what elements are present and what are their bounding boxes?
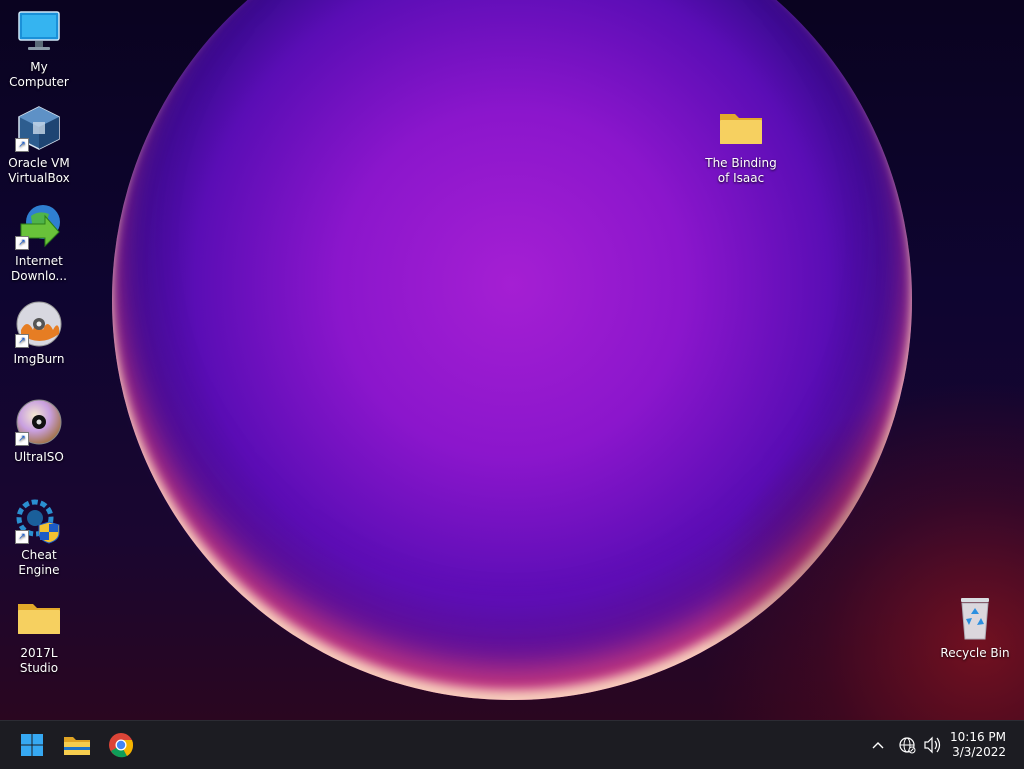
shortcut-arrow-icon: ↗ xyxy=(15,530,29,544)
cheat-engine-icon: ↗ xyxy=(15,496,63,544)
desktop-icon-folder-2017l-studio[interactable]: 2017L Studio xyxy=(0,594,78,676)
start-button[interactable] xyxy=(16,729,48,761)
desktop: My Computer ↗ Oracle VM VirtualBox ↗ Int… xyxy=(0,0,1024,720)
icon-label: ImgBurn xyxy=(13,352,65,366)
icon-label: Recycle Bin xyxy=(940,646,1010,660)
desktop-icon-recycle-bin[interactable]: Recycle Bin xyxy=(936,594,1014,661)
icon-label: 2017L Studio xyxy=(19,646,59,675)
wallpaper-warm-tint xyxy=(700,380,1024,720)
icon-label: The Binding of Isaac xyxy=(705,156,777,185)
network-globe-icon xyxy=(899,737,916,754)
start-icon xyxy=(21,734,43,756)
icon-label: Internet Downlo... xyxy=(11,254,67,283)
desktop-icon-folder-binding-of-isaac[interactable]: The Binding of Isaac xyxy=(702,104,780,186)
taskbar: 10:16 PM 3/3/2022 xyxy=(0,720,1024,769)
icon-label: My Computer xyxy=(9,60,69,89)
folder-icon xyxy=(15,594,63,642)
shortcut-arrow-icon: ↗ xyxy=(15,236,29,250)
desktop-icon-imgburn[interactable]: ↗ ImgBurn xyxy=(0,300,78,367)
volume-icon xyxy=(924,736,941,754)
desktop-icon-ultraiso[interactable]: ↗ UltraISO xyxy=(0,398,78,465)
recycle-bin-icon xyxy=(951,594,999,642)
idm-globe-icon: ↗ xyxy=(15,202,63,250)
clock-time: 10:16 PM xyxy=(950,730,1006,744)
icon-label: UltraISO xyxy=(14,450,64,464)
icon-label: Cheat Engine xyxy=(18,548,60,577)
virtualbox-icon: ↗ xyxy=(15,104,63,152)
network-button[interactable] xyxy=(898,721,918,769)
shortcut-arrow-icon: ↗ xyxy=(15,432,29,446)
volume-button[interactable] xyxy=(922,721,942,769)
file-explorer-icon xyxy=(64,737,90,755)
desktop-icon-cheat-engine[interactable]: ↗ Cheat Engine xyxy=(0,496,78,578)
shortcut-arrow-icon: ↗ xyxy=(15,334,29,348)
clock-date: 3/3/2022 xyxy=(952,745,1006,759)
chrome-icon xyxy=(109,733,134,758)
icon-label: Oracle VM VirtualBox xyxy=(8,156,70,185)
clock[interactable]: 10:16 PM 3/3/2022 xyxy=(950,730,1006,760)
desktop-icon-my-computer[interactable]: My Computer xyxy=(0,8,78,90)
ultraiso-disc-icon: ↗ xyxy=(15,398,63,446)
shortcut-arrow-icon: ↗ xyxy=(15,138,29,152)
folder-icon xyxy=(717,104,765,152)
show-hidden-icons-button[interactable] xyxy=(870,721,890,769)
imgburn-disc-icon: ↗ xyxy=(15,300,63,348)
monitor-icon xyxy=(15,8,63,56)
file-explorer-button[interactable] xyxy=(61,729,93,761)
desktop-icon-internet-download-manager[interactable]: ↗ Internet Downlo... xyxy=(0,202,78,284)
chevron-up-icon xyxy=(872,742,884,749)
chrome-button[interactable] xyxy=(105,729,137,761)
desktop-icon-virtualbox[interactable]: ↗ Oracle VM VirtualBox xyxy=(0,104,78,186)
